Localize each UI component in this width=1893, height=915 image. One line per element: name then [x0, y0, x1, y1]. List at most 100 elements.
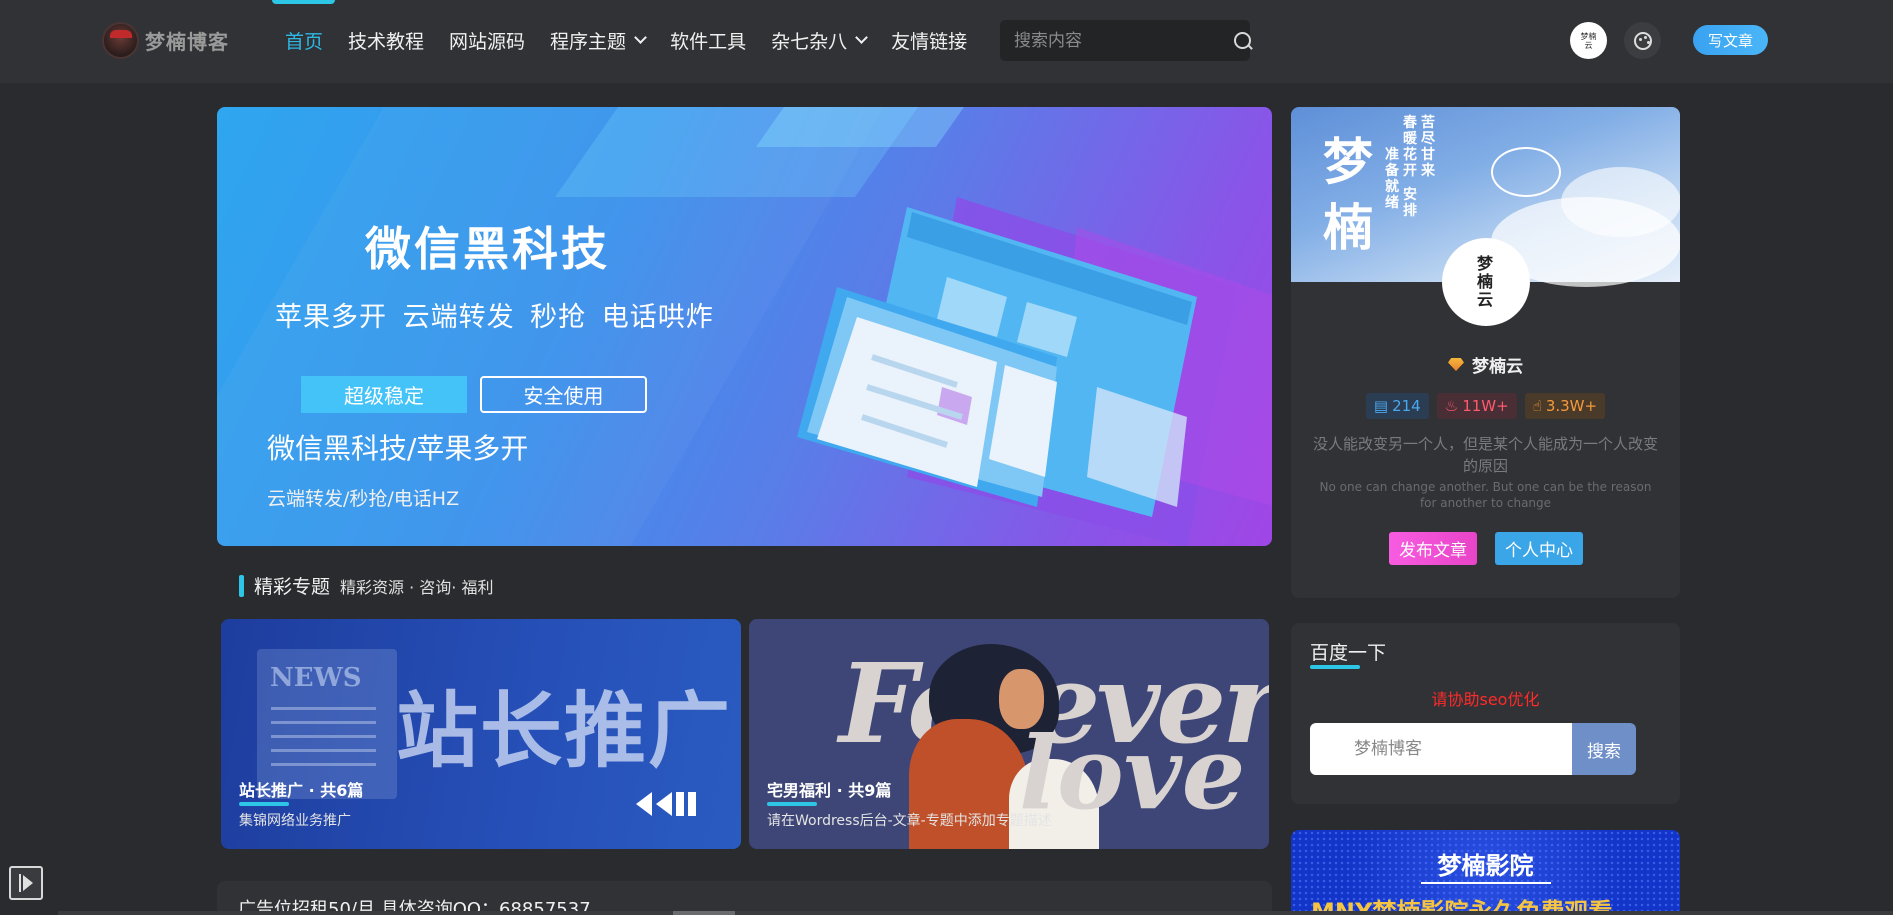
news-line [271, 707, 376, 710]
cover-title: 梦楠 [1323, 129, 1383, 261]
user-avatar-text: 梦楠云 [1580, 31, 1597, 50]
fire-icon: ♨ [1444, 397, 1459, 415]
baidu-search-widget: 百度一下 请协助seo优化 搜索 [1291, 623, 1680, 804]
news-line [271, 749, 376, 752]
banner-illustration [797, 197, 1272, 546]
nav-label: 网站源码 [449, 30, 526, 53]
rewind-icon [636, 792, 696, 816]
chevron-down-icon [855, 31, 868, 44]
section-title: 精彩专题 [254, 576, 331, 598]
main-nav: 首页 技术教程 网站源码 程序主题 软件工具 杂七杂八 友情链接 [285, 24, 992, 56]
nav-item-tutorials[interactable]: 技术教程 [348, 27, 424, 54]
nav-item-themes[interactable]: 程序主题 [550, 27, 647, 54]
cover-vertical-text: 春暖花开 [1403, 115, 1417, 179]
likes-count: 3.3W+ [1545, 397, 1598, 415]
nav-item-home[interactable]: 首页 [285, 27, 323, 54]
nav-label: 杂七杂八 [771, 30, 848, 53]
banner-stable-button[interactable]: 超级稳定 [301, 376, 467, 413]
logo-avatar-icon [102, 21, 139, 59]
cover-title-text: 梦楠 [1323, 132, 1373, 257]
theme-toggle-button[interactable] [1624, 22, 1661, 59]
news-line [271, 763, 376, 766]
news-badge-text: NEWS [270, 663, 362, 693]
author-bio: 没人能改变另一个人，但是某个人能成为一个人改变的原因 [1312, 435, 1658, 475]
banner-decoration [755, 107, 979, 147]
posts-count: 214 [1392, 397, 1421, 415]
widget-title: 百度一下 [1310, 642, 1387, 664]
banner-caption: 微信黑科技/苹果多开 [267, 432, 529, 465]
views-count-badge: ♨ 11W+ [1436, 393, 1517, 419]
chevron-down-icon [634, 31, 647, 44]
card-description: 请在Wordress后台-文章-专题中添加专题描述 [767, 813, 1052, 829]
nav-item-misc[interactable]: 杂七杂八 [771, 27, 868, 54]
card-title: 宅男福利 · 共9篇 [767, 781, 892, 800]
cinema-ad[interactable]: 梦楠影院 MNY梦楠影院永久免费观看 [1291, 830, 1680, 915]
likes-count-badge: ☝ 3.3W+ [1524, 393, 1606, 419]
topic-card-promotion[interactable]: NEWS 站长推广 站长推广 · 共6篇 集锦网络业务推广 [221, 619, 741, 849]
arrow-shape [656, 792, 672, 816]
card-underline [239, 802, 289, 806]
nav-item-tools[interactable]: 软件工具 [670, 27, 746, 54]
hero-banner[interactable]: 微信黑科技 苹果多开 云端转发 秒抢 电话哄炸 超级稳定 安全使用 微信黑科技/… [217, 107, 1272, 546]
diamond-icon [1448, 358, 1464, 371]
author-avatar-text: 梦楠云 [1477, 254, 1494, 309]
nav-label: 程序主题 [550, 30, 627, 53]
cover-vertical-text: 苦尽甘来 [1421, 115, 1435, 179]
featured-topics-heading: 精彩专题 精彩资源 · 咨询· 福利 [239, 572, 493, 599]
author-name[interactable]: 梦楠云 [1472, 352, 1523, 377]
banner-safe-button[interactable]: 安全使用 [480, 376, 647, 413]
sidebar-toggle-button[interactable] [9, 866, 43, 900]
top-header: 梦楠博客 首页 技术教程 网站源码 程序主题 软件工具 杂七杂八 友情链接 梦楠… [0, 0, 1893, 83]
posts-count-badge: ▤ 214 [1365, 393, 1429, 419]
panel-expand-icon [19, 874, 33, 892]
nav-label: 软件工具 [670, 30, 747, 53]
views-count: 11W+ [1462, 397, 1509, 415]
banner-caption-sub: 云端转发/秒抢/电话HZ [267, 488, 460, 510]
author-bio-en: No one can change another. But one can b… [1319, 480, 1652, 510]
scrollbar-thumb[interactable] [673, 911, 735, 915]
banner-title: 微信黑科技 [365, 222, 610, 276]
nav-label: 友情链接 [891, 30, 968, 53]
card-title: 站长推广 · 共6篇 [239, 781, 364, 800]
card-art-text: love [1019, 714, 1246, 832]
personal-center-button[interactable]: 个人中心 [1495, 532, 1583, 565]
cover-vertical-text: 准备就绪 [1385, 147, 1399, 211]
search-icon[interactable] [1233, 31, 1251, 51]
horizontal-scrollbar[interactable] [58, 911, 1893, 915]
user-avatar[interactable]: 梦楠云 [1570, 22, 1607, 59]
cloud-face-icon [1491, 147, 1561, 197]
nav-item-links[interactable]: 友情链接 [891, 27, 967, 54]
news-line [271, 735, 376, 738]
nav-label: 技术教程 [348, 30, 425, 53]
bar-shape [676, 792, 684, 816]
author-avatar[interactable]: 梦楠云 [1442, 238, 1530, 326]
seo-notice: 请协助seo优化 [1431, 690, 1540, 709]
news-line [271, 721, 376, 724]
arrow-shape [636, 792, 652, 816]
cinema-title: 梦楠影院 [1437, 852, 1534, 880]
nav-item-source[interactable]: 网站源码 [449, 27, 525, 54]
section-subtitle: 精彩资源 · 咨询· 福利 [340, 577, 494, 597]
cover-vertical-text: 安排 [1403, 187, 1417, 219]
author-name-row: 梦楠云 [1291, 352, 1680, 377]
search-input[interactable] [1014, 30, 1233, 51]
header-search [1000, 20, 1251, 61]
card-art-text: 站长推广 [396, 683, 733, 779]
widget-title-underline [1310, 665, 1360, 669]
palette-icon [1633, 31, 1652, 50]
site-logo[interactable]: 梦楠博客 [102, 21, 229, 59]
publish-article-button[interactable]: 发布文章 [1389, 532, 1477, 565]
card-underline [767, 802, 817, 806]
topic-card-welfare[interactable]: Forever love 宅男福利 · 共9篇 请在Wordress后台-文章-… [749, 619, 1269, 849]
ad-banner[interactable]: 广告位招租50/月 具体咨询QQ：68857537 [217, 881, 1272, 915]
document-icon: ▤ [1373, 397, 1389, 415]
cinema-divider [1421, 882, 1551, 884]
logo-text: 梦楠博客 [145, 29, 229, 54]
card-description: 集锦网络业务推广 [239, 813, 351, 829]
write-article-button[interactable]: 写文章 [1693, 25, 1768, 55]
thumbs-up-icon: ☝ [1532, 397, 1542, 415]
baidu-search-input[interactable] [1310, 723, 1572, 775]
nav-label: 首页 [285, 30, 324, 53]
bar-shape [688, 792, 696, 816]
baidu-search-button[interactable]: 搜索 [1572, 723, 1636, 775]
